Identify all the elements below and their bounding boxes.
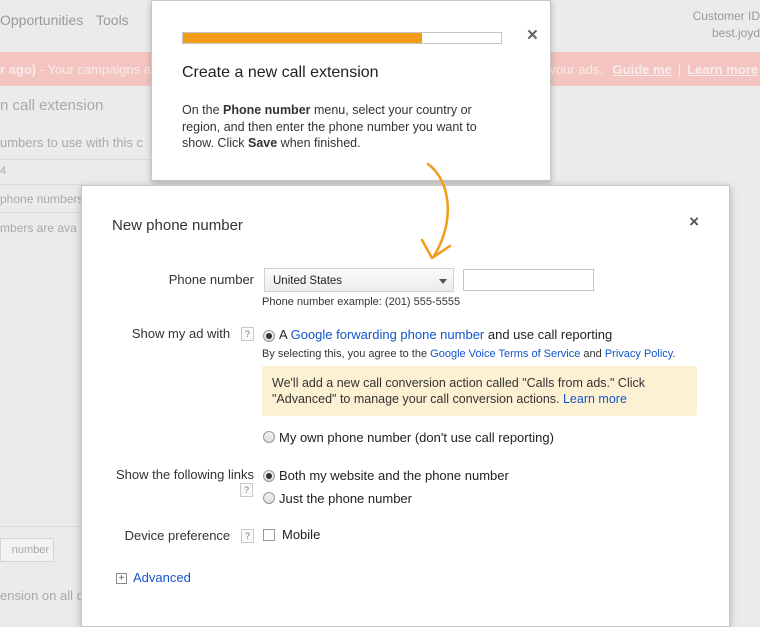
expand-plus-icon[interactable]: + <box>116 573 127 584</box>
walkthrough-tooltip: × Create a new call extension On the Pho… <box>151 0 551 181</box>
privacy-policy-link[interactable]: Privacy Policy <box>605 348 673 360</box>
phone-number-label: Phone number <box>168 272 254 287</box>
divider <box>0 159 150 160</box>
pointer-arrow-icon <box>420 162 452 260</box>
footer-text: ension on all d <box>0 588 84 603</box>
mobile-label: Mobile <box>282 527 321 542</box>
section-title: n call extension <box>0 97 104 114</box>
new-phone-number-dialog: New phone number × Phone number United S… <box>81 185 730 627</box>
nav-tools[interactable]: Tools <box>96 12 129 28</box>
nav-opportunities[interactable]: Opportunities <box>0 12 83 28</box>
customer-info: Customer ID best.joyd <box>693 8 760 42</box>
divider <box>0 212 82 213</box>
dialog-title: New phone number <box>112 217 243 234</box>
dialog-close-button[interactable]: × <box>689 212 699 232</box>
alert-learn-more-link[interactable]: Learn more <box>687 62 758 77</box>
agreement-text: By selecting this, you agree to the Goog… <box>262 348 676 360</box>
help-icon[interactable]: ? <box>241 529 254 543</box>
table-column-header: phone numbers <box>0 192 84 206</box>
google-forwarding-number-link[interactable]: Google forwarding phone number <box>291 327 485 342</box>
google-forwarding-option-label: A Google forwarding phone number and use… <box>279 327 613 342</box>
google-forwarding-number-radio[interactable] <box>263 330 275 342</box>
empty-table-message: mbers are ava <box>0 221 77 235</box>
customer-email: best.joyd <box>711 26 760 40</box>
website-and-phone-radio[interactable] <box>263 470 275 482</box>
device-preference-label: Device preference ? <box>125 528 254 543</box>
country-select[interactable]: United States <box>264 268 454 292</box>
own-phone-number-radio[interactable] <box>263 431 275 443</box>
guide-me-link[interactable]: Guide me <box>613 62 672 77</box>
website-and-phone-label: Both my website and the phone number <box>279 468 509 483</box>
phone-only-label: Just the phone number <box>279 491 412 506</box>
own-phone-number-label: My own phone number (don't use call repo… <box>279 430 554 445</box>
tooltip-close-button[interactable]: × <box>527 26 538 46</box>
show-links-label: Show the following links <box>115 467 254 482</box>
tooltip-title: Create a new call extension <box>182 64 379 81</box>
divider <box>0 184 82 185</box>
notice-text: We'll add a new call conversion action c… <box>272 376 645 406</box>
help-icon[interactable]: ? <box>241 327 254 341</box>
mobile-checkbox[interactable] <box>263 529 275 541</box>
phone-number-example: Phone number example: (201) 555-5555 <box>262 296 461 308</box>
country-select-value: United States <box>273 275 343 287</box>
customer-id-label: Customer ID <box>692 9 760 23</box>
google-voice-terms-link[interactable]: Google Voice Terms of Service <box>430 348 580 360</box>
advanced-link[interactable]: Advanced <box>133 570 191 585</box>
call-conversion-notice: We'll add a new call conversion action c… <box>262 366 697 416</box>
walkthrough-progress-bar <box>182 32 502 44</box>
dropdown-arrow-icon <box>439 279 447 284</box>
alert-message: r ago) - Your campaigns a <box>0 62 152 77</box>
new-number-button[interactable]: number <box>0 538 54 562</box>
notice-learn-more-link[interactable]: Learn more <box>563 392 627 406</box>
show-ad-with-label: Show my ad with ? <box>132 326 254 341</box>
section-description: umbers to use with this c <box>0 135 144 150</box>
phone-number-input[interactable] <box>463 269 594 291</box>
tooltip-body: On the Phone number menu, select your co… <box>182 103 477 150</box>
phone-only-radio[interactable] <box>263 492 275 504</box>
alert-actions: your ads. Guide me | Learn more <box>549 62 758 77</box>
table-header: 4 <box>0 165 7 177</box>
progress-fill <box>183 33 422 43</box>
help-icon[interactable]: ? <box>240 483 253 497</box>
divider <box>0 526 82 527</box>
